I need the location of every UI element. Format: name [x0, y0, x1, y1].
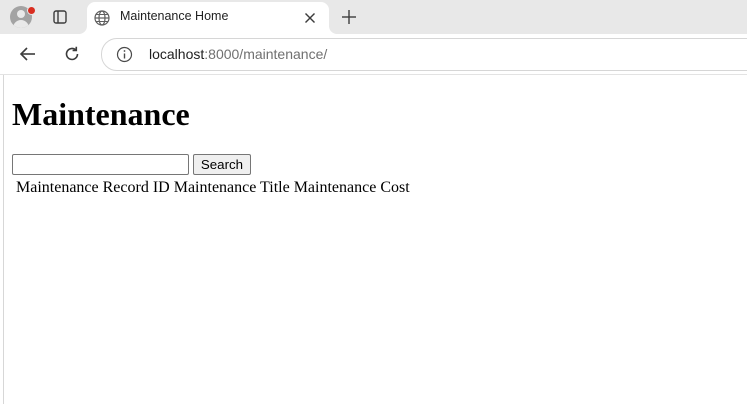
search-input[interactable] — [12, 154, 189, 175]
column-header-cost: Maintenance Cost — [293, 179, 410, 196]
url-text[interactable]: localhost:8000/maintenance/ — [149, 46, 327, 63]
tab-actions-button[interactable] — [48, 6, 72, 28]
notification-badge — [27, 6, 36, 15]
table-header-row: Maintenance Record ID Maintenance Title Ma… — [16, 178, 414, 197]
profile-button[interactable] — [8, 5, 36, 29]
tab-actions-icon — [53, 10, 67, 24]
new-tab-button[interactable] — [337, 5, 361, 29]
url-host: localhost — [149, 46, 205, 62]
back-button[interactable] — [16, 42, 40, 66]
page-title: Maintenance — [12, 96, 190, 132]
reload-button[interactable] — [60, 42, 84, 66]
globe-icon — [94, 10, 110, 26]
tab-strip: Maintenance Home — [0, 0, 747, 34]
back-arrow-icon — [19, 47, 35, 61]
info-icon[interactable] — [116, 46, 133, 63]
close-icon — [305, 13, 315, 23]
tab-maintenance-home[interactable]: Maintenance Home — [87, 2, 329, 34]
address-bar[interactable]: localhost:8000/maintenance/ — [101, 38, 747, 71]
column-header-record-id: Maintenance Record ID — [16, 179, 170, 196]
column-header-title: Maintenance Title — [173, 179, 290, 196]
reload-icon — [65, 46, 79, 61]
tab-title: Maintenance Home — [120, 9, 229, 23]
page-viewport: Maintenance Search Maintenance Record ID… — [3, 75, 747, 404]
search-button[interactable]: Search — [193, 154, 251, 175]
tab-close-button[interactable] — [301, 9, 319, 27]
url-path: :8000/maintenance/ — [204, 46, 328, 62]
plus-icon — [342, 10, 356, 24]
browser-toolbar: localhost:8000/maintenance/ — [0, 34, 747, 75]
